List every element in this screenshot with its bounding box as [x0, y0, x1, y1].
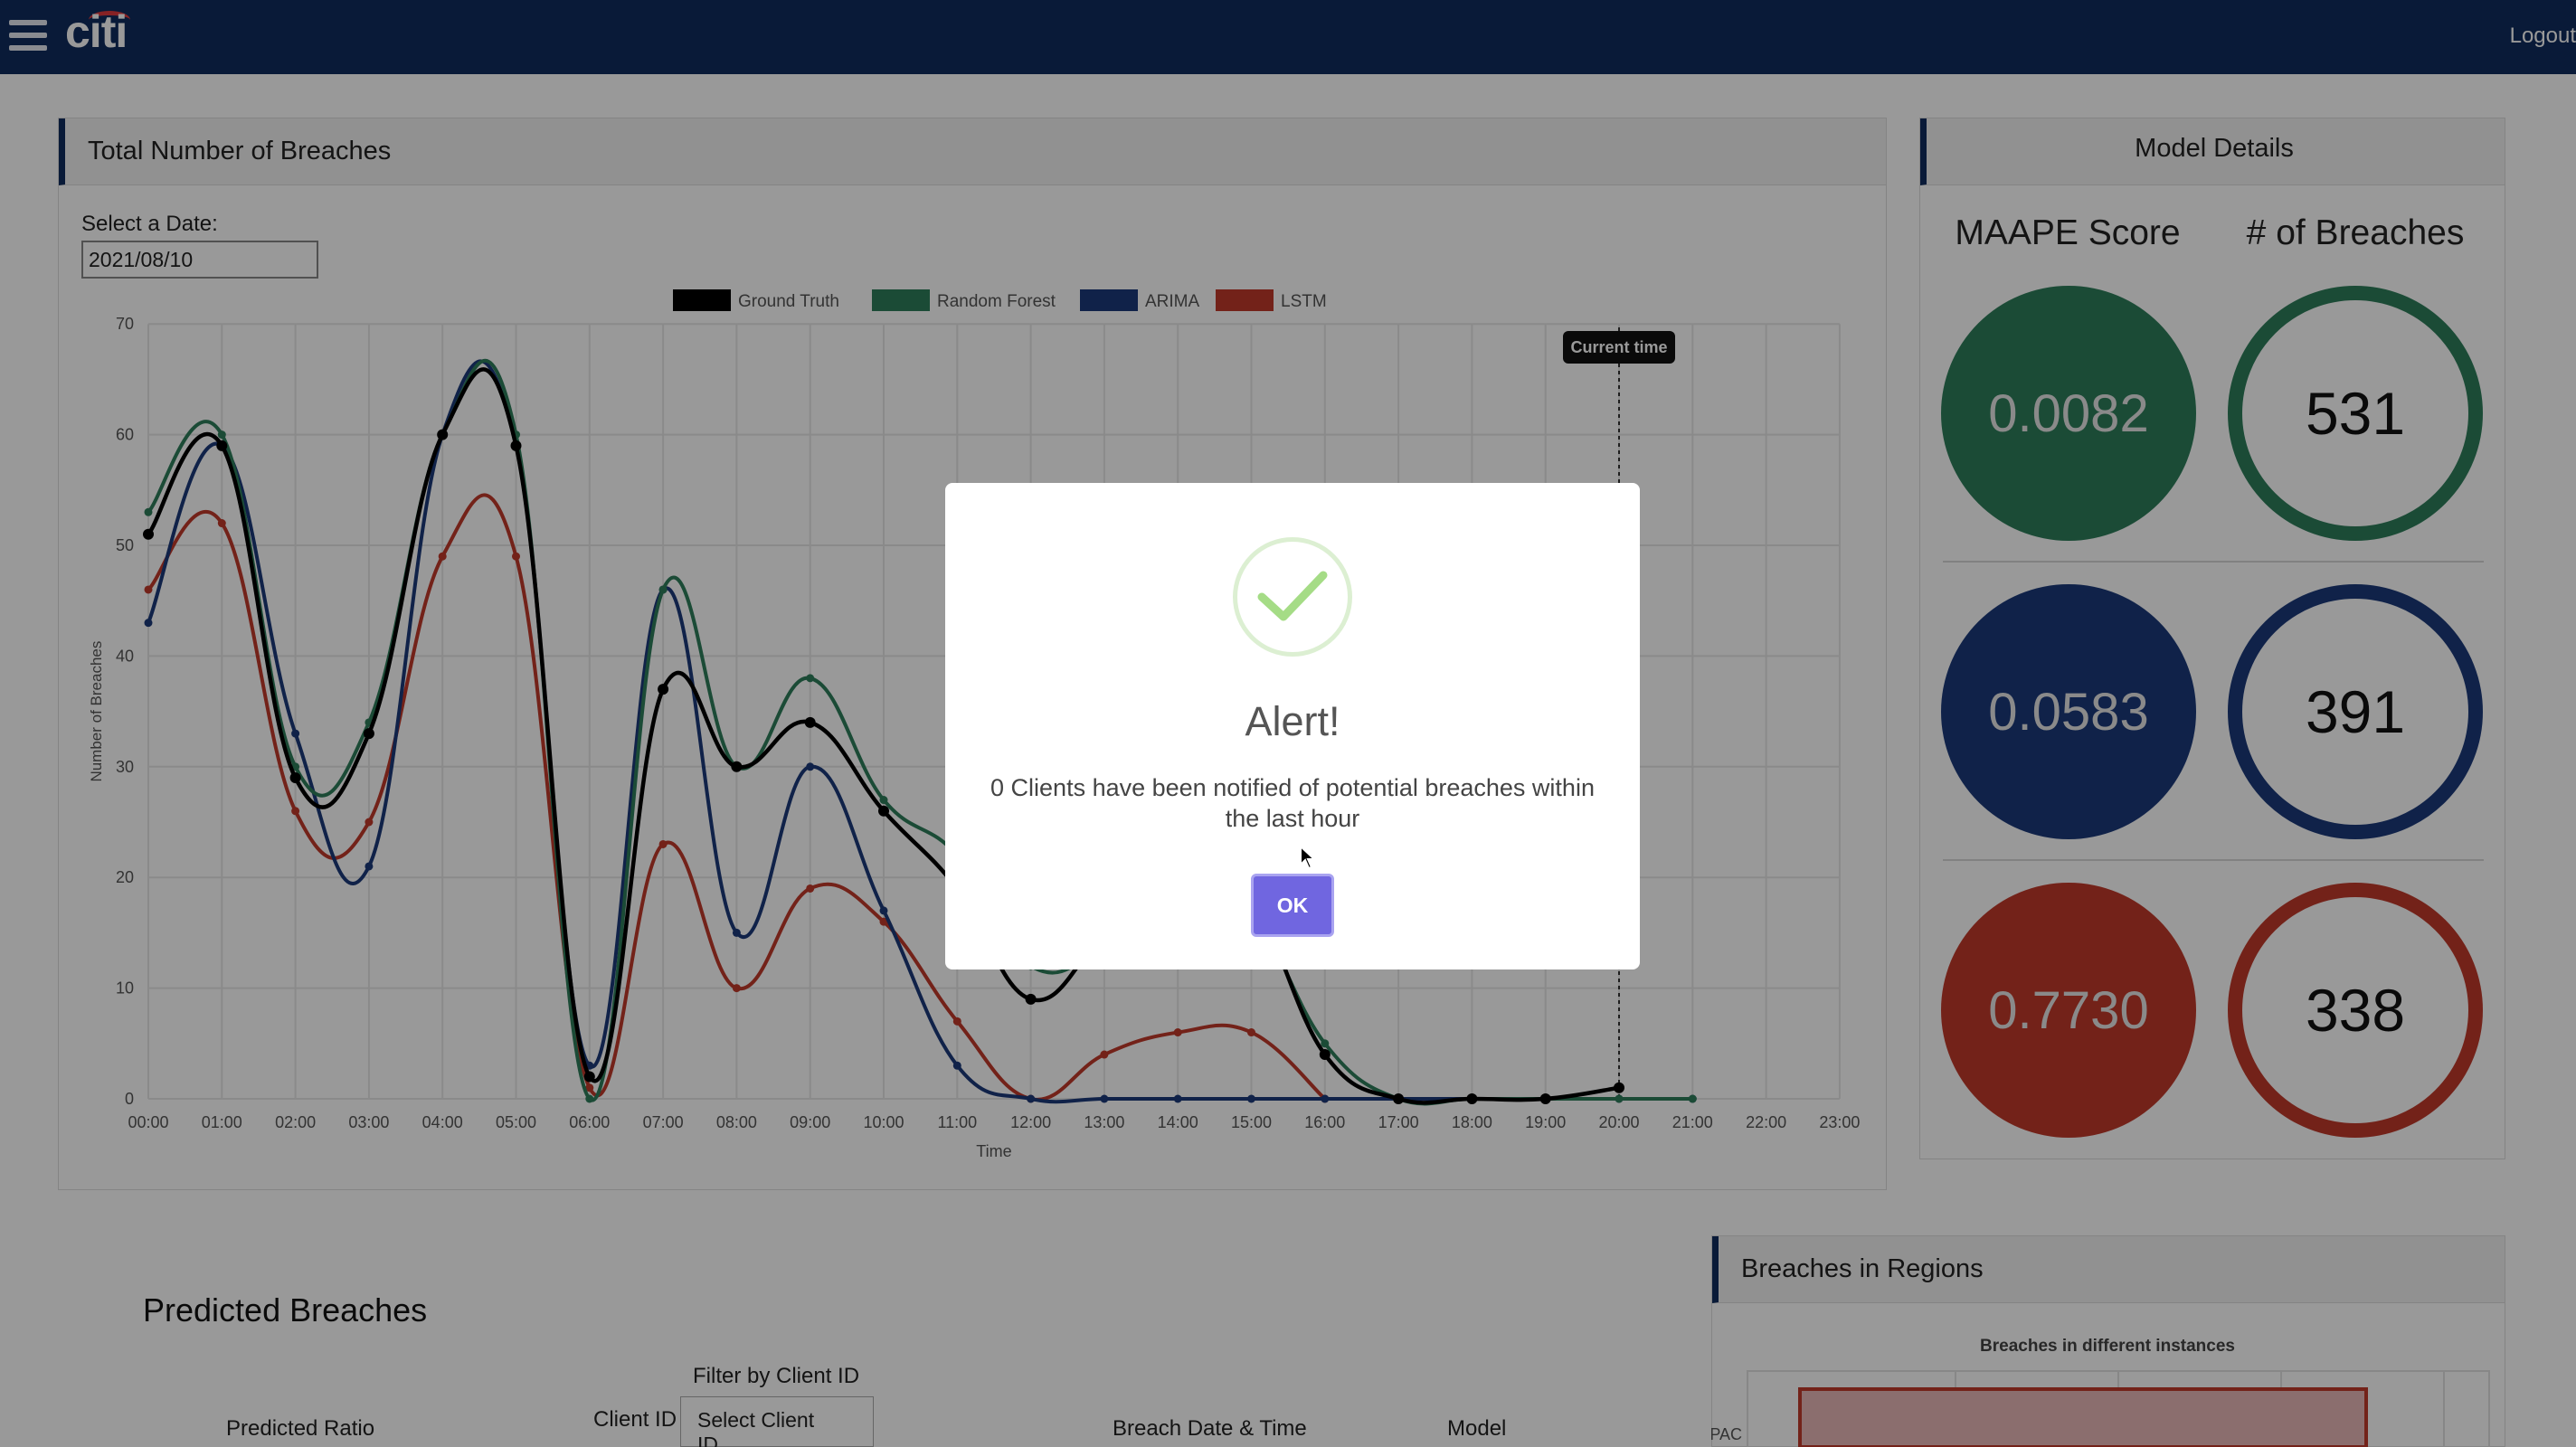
ok-button[interactable]: OK [1251, 874, 1334, 937]
success-check-icon [1233, 537, 1352, 657]
mouse-cursor-icon [1300, 845, 1317, 870]
alert-dialog: Alert! 0 Clients have been notified of p… [945, 483, 1640, 969]
alert-message: 0 Clients have been notified of potentia… [990, 774, 1595, 832]
alert-title: Alert! [1245, 698, 1340, 744]
